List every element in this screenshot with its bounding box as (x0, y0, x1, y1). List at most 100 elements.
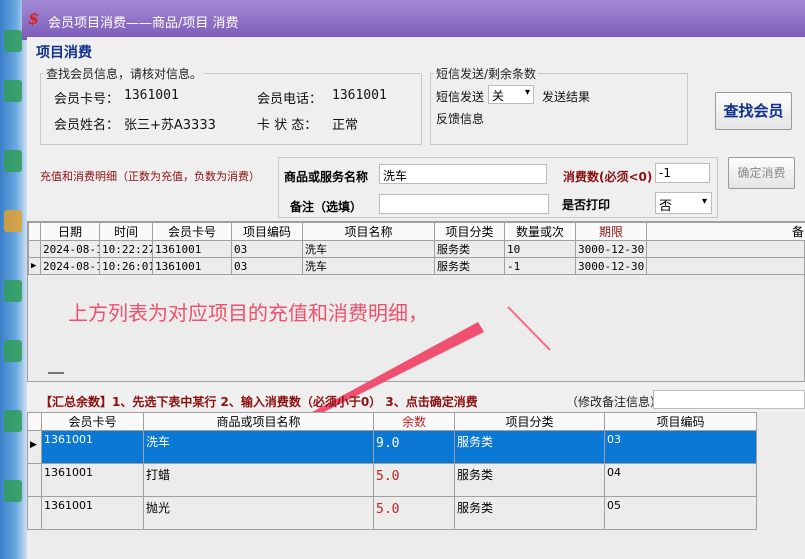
app-logo-icon: $ (28, 9, 40, 28)
cell-card: 1361001 (41, 496, 144, 530)
table-row[interactable]: 1361001 抛光 5.0 服务类 05 (27, 496, 757, 530)
col-date[interactable]: 日期 (40, 222, 100, 241)
name-label: 会员姓名： (54, 118, 120, 133)
qty-label: 消费数(必须<0) (563, 170, 653, 184)
cell-code: 05 (604, 496, 757, 530)
card-value: 1361001 (124, 88, 179, 103)
table-row[interactable]: 1361001 打蜡 5.0 服务类 04 (27, 463, 757, 497)
balance-table: 会员卡号 商品或项目名称 余数 项目分类 项目编码 ▶ 1361001 洗车 9… (27, 412, 757, 530)
cell-item-name: 洗车 (143, 430, 374, 464)
note-label: 备注（选填） (290, 200, 363, 214)
row-indicator (27, 463, 42, 497)
note-input[interactable] (379, 194, 549, 214)
cell-card: 1361001 (41, 430, 144, 464)
confirm-consume-button[interactable]: 确定消费 (728, 157, 795, 189)
sms-send-select[interactable]: 关 ▾ (488, 85, 534, 104)
cell-time: 10:22:27 (99, 240, 153, 258)
row-indicator: ▶ (28, 257, 41, 275)
detail-table: 日期 时间 会员卡号 项目编码 项目名称 项目分类 数量或次 期限 备 2024… (28, 222, 805, 275)
table-row[interactable]: ▶ 1361001 洗车 9.0 服务类 03 (27, 430, 757, 464)
member-group-legend: 查找会员信息，请核对信息。 (44, 65, 205, 82)
find-member-button[interactable]: 查找会员 (715, 92, 792, 130)
sms-feedback-label: 反馈信息 (436, 112, 485, 126)
taskbar-app-icon[interactable] (4, 210, 22, 232)
consume-hint: 充值和消费明细（正数为充值，负数为消费） (40, 170, 260, 183)
cell-time: 10:26:01 (99, 257, 153, 275)
section-title: 项目消费 (36, 45, 92, 61)
summary-note-label: （修改备注信息） (566, 395, 663, 409)
col-code[interactable]: 项目编码 (604, 412, 757, 431)
sms-send-label: 短信发送 (436, 90, 485, 104)
cell-card: 1361001 (152, 240, 232, 258)
taskbar-app-icon[interactable] (4, 410, 22, 432)
phone-value: 1361001 (332, 88, 387, 103)
member-info-group (40, 73, 422, 145)
sms-result-label: 发送结果 (542, 90, 591, 104)
col-card[interactable]: 会员卡号 (41, 412, 144, 431)
cell-qty: 10 (504, 240, 576, 258)
summary-instructions: 【汇总余数】1、先选下表中某行 2、输入消费数（必须小于0） 3、点击确定消费 (40, 395, 478, 409)
col-item-name[interactable]: 项目名称 (302, 222, 435, 241)
cell-note (646, 240, 805, 258)
cell-category: 服务类 (434, 240, 505, 258)
taskbar-app-icon[interactable] (4, 80, 22, 102)
col-qty[interactable]: 数量或次 (504, 222, 576, 241)
table-row[interactable]: 2024-08-14 10:22:27 1361001 03 洗车 服务类 10… (28, 240, 805, 258)
cell-balance: 5.0 (373, 463, 455, 497)
cell-date: 2024-08-14 (40, 240, 100, 258)
name-value: 张三+苏A3333 (124, 118, 216, 133)
cell-item-name: 打蜡 (143, 463, 374, 497)
col-card[interactable]: 会员卡号 (152, 222, 232, 241)
cell-balance: 9.0 (373, 430, 455, 464)
cell-expiry: 3000-12-30 (575, 257, 647, 275)
balance-grid[interactable]: 会员卡号 商品或项目名称 余数 项目分类 项目编码 ▶ 1361001 洗车 9… (27, 412, 805, 559)
cell-code: 04 (604, 463, 757, 497)
cell-category: 服务类 (454, 430, 605, 464)
col-expiry[interactable]: 期限 (575, 222, 647, 241)
col-balance[interactable]: 余数 (373, 412, 455, 431)
cell-note (646, 257, 805, 275)
balance-header-row: 会员卡号 商品或项目名称 余数 项目分类 项目编码 (27, 412, 757, 431)
window-title: 会员项目消费——商品/项目 消费 (48, 16, 239, 31)
row-header-corner (28, 222, 41, 241)
print-select[interactable]: 否 ▾ (655, 192, 712, 214)
cell-item-name: 洗车 (302, 240, 435, 258)
table-row[interactable]: ▶ 2024-08-14 10:26:01 1361001 03 洗车 服务类 … (28, 257, 805, 275)
chevron-down-icon: ▾ (701, 196, 707, 207)
cell-item-name: 抛光 (143, 496, 374, 530)
col-note[interactable]: 备 (646, 222, 805, 241)
taskbar-app-icon[interactable] (4, 340, 22, 362)
row-indicator (27, 496, 42, 530)
status-label: 卡 状 态： (257, 118, 318, 133)
col-item-name[interactable]: 商品或项目名称 (143, 412, 374, 431)
chevron-down-icon: ▾ (524, 87, 530, 98)
detail-header-row: 日期 时间 会员卡号 项目编码 项目名称 项目分类 数量或次 期限 备 (28, 222, 805, 241)
taskbar-app-icon[interactable] (4, 480, 22, 502)
annotation-text: 上方列表为对应项目的充值和消费明细， (68, 301, 428, 325)
cell-expiry: 3000-12-30 (575, 240, 647, 258)
col-category[interactable]: 项目分类 (454, 412, 605, 431)
cell-balance: 5.0 (373, 496, 455, 530)
taskbar-app-icon[interactable] (4, 150, 22, 172)
splitter-handle[interactable] (48, 372, 64, 374)
qty-input[interactable]: -1 (655, 163, 710, 183)
edit-note-input[interactable] (653, 390, 805, 409)
taskbar-app-icon[interactable] (4, 280, 22, 302)
sms-group (430, 73, 688, 145)
sms-group-legend: 短信发送/剩余条数 (434, 65, 539, 82)
cell-code: 03 (231, 257, 303, 275)
status-value: 正常 (332, 118, 359, 133)
row-indicator (28, 240, 41, 258)
cell-card: 1361001 (41, 463, 144, 497)
col-time[interactable]: 时间 (99, 222, 153, 241)
taskbar-app-icon[interactable] (4, 30, 22, 52)
cell-card: 1361001 (152, 257, 232, 275)
col-category[interactable]: 项目分类 (434, 222, 505, 241)
item-name-input[interactable]: 洗车 (379, 164, 547, 184)
row-indicator: ▶ (27, 430, 42, 464)
print-label: 是否打印 (562, 198, 611, 212)
title-bar[interactable]: $ 会员项目消费——商品/项目 消费 (22, 0, 805, 40)
col-code[interactable]: 项目编码 (231, 222, 303, 241)
left-taskbar (0, 0, 27, 559)
print-value: 否 (659, 199, 673, 214)
